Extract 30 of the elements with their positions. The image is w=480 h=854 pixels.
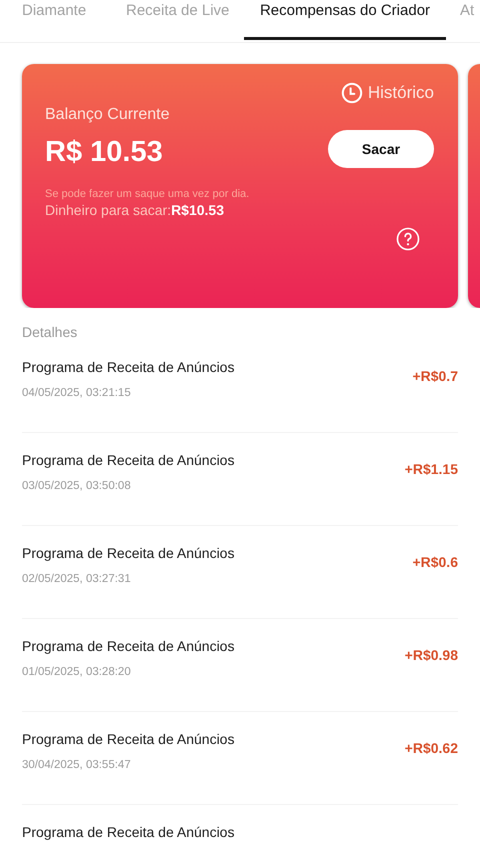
clock-icon [340, 82, 363, 104]
transaction-title: Programa de Receita de Anúncios [22, 452, 234, 468]
balance-amount: R$ 10.53 [45, 136, 163, 169]
withdraw-button[interactable]: Sacar [328, 130, 434, 168]
transaction-date: 30/04/2025, 03:55:47 [22, 759, 132, 771]
transaction-title: Programa de Receita de Anúncios [22, 359, 234, 375]
transaction-title: Programa de Receita de Anúncios [22, 638, 234, 654]
available-amount: R$10.53 [171, 202, 224, 218]
help-icon[interactable] [396, 227, 420, 251]
balance-title: Balanço Currente [45, 106, 171, 124]
section-heading: Detalhes [22, 324, 78, 340]
transaction-date: 03/05/2025, 03:50:08 [22, 480, 132, 492]
tab[interactable]: Receita de Live [126, 0, 244, 40]
transaction-amount: +R$1.15 [404, 461, 458, 479]
transaction-amount: +R$0.62 [404, 740, 458, 758]
transaction-amount: +R$0.98 [404, 647, 458, 665]
transaction-amount: +R$0.6 [412, 554, 458, 572]
transaction-title: Programa de Receita de Anúncios [22, 545, 234, 561]
withdraw-note: Se pode fazer um saque uma vez por dia. [45, 188, 250, 200]
transaction-title: Programa de Receita de Anúncios [22, 824, 234, 840]
tab[interactable]: Diamante [22, 0, 126, 40]
available-label: Dinheiro para sacar: [45, 202, 172, 218]
tab[interactable]: Recompensas do Criador [244, 0, 446, 40]
transaction-date: 04/05/2025, 03:21:15 [22, 387, 132, 399]
history-link[interactable]: Histórico [340, 82, 434, 104]
transaction-title: Programa de Receita de Anúncios [22, 731, 234, 747]
transaction-amount: +R$0.7 [412, 368, 458, 386]
tab[interactable]: At [446, 0, 474, 40]
transaction-date: 01/05/2025, 03:28:20 [22, 666, 132, 678]
transaction-date: 02/05/2025, 03:27:31 [22, 573, 132, 585]
